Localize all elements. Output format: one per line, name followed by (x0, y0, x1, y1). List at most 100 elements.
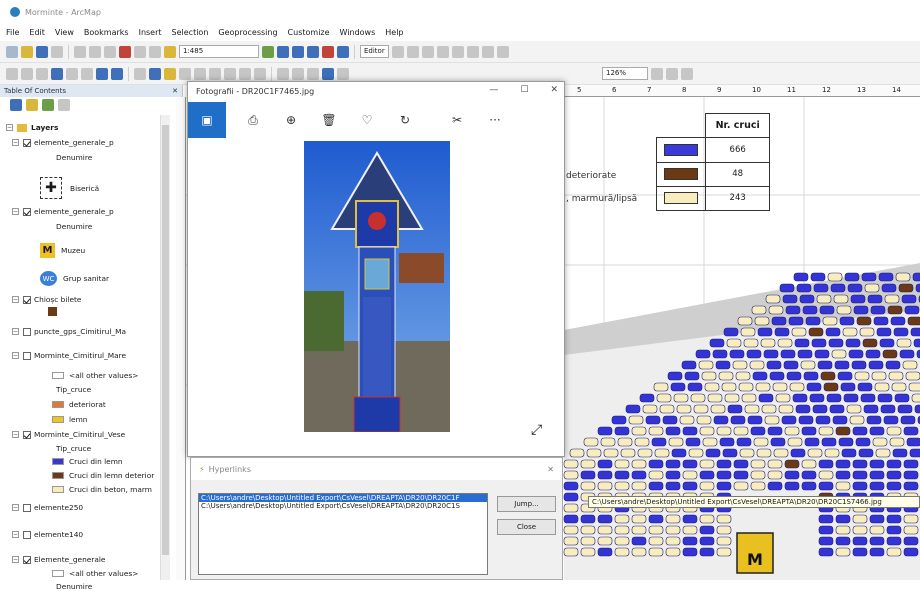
toc-row[interactable]: − Morminte_Cimitirul_Mare (12, 351, 126, 360)
layer-visibility-checkbox[interactable] (23, 207, 31, 216)
layer-visibility-checkbox[interactable] (23, 327, 31, 336)
map-scale-input[interactable]: 1:485 (179, 45, 259, 58)
paste-icon[interactable] (104, 45, 116, 58)
menu-bookmarks[interactable]: Bookmarks (84, 28, 129, 37)
table-icon[interactable] (277, 45, 289, 58)
full-extent-icon[interactable] (51, 67, 63, 80)
maximize-button[interactable]: ☐ (520, 85, 528, 95)
find-icon[interactable] (209, 67, 221, 80)
toc-row[interactable]: Denumire (56, 582, 92, 591)
collapse-icon[interactable]: − (12, 504, 19, 511)
close-button[interactable]: Close (497, 519, 556, 535)
more-icon[interactable]: ··· (476, 102, 514, 138)
layer-visibility-checkbox[interactable] (23, 138, 31, 147)
toc-row[interactable]: WC Grup sanitar (40, 271, 109, 286)
measure-icon[interactable] (194, 67, 206, 80)
toc-row[interactable]: − puncte_gps_Cimitirul_Ma (12, 327, 126, 336)
save-icon[interactable] (36, 45, 48, 58)
menu-geoprocessing[interactable]: Geoprocessing (218, 28, 277, 37)
attributes-icon[interactable] (481, 45, 494, 58)
menu-help[interactable]: Help (385, 28, 403, 37)
list-by-visibility-icon[interactable] (42, 99, 54, 111)
collapse-icon[interactable]: − (6, 124, 13, 131)
toc-row[interactable]: ✚ Biserică (40, 177, 99, 199)
toc-row[interactable]: − elemente_generale_p (12, 207, 114, 216)
edit-tool-icon[interactable] (391, 45, 404, 58)
trace-icon[interactable] (436, 45, 449, 58)
identify-icon[interactable] (149, 67, 161, 80)
toc-row[interactable]: <all other values> (52, 569, 138, 578)
collapse-icon[interactable]: − (12, 431, 19, 438)
layer-visibility-checkbox[interactable] (23, 530, 31, 539)
hyperlink-item[interactable]: C:\Users\andre\Desktop\Untitled Export\C… (199, 502, 487, 510)
delete-icon[interactable]: 🗑 (310, 102, 348, 138)
collapse-icon[interactable]: − (12, 531, 19, 538)
fixed-zoom-out-icon[interactable] (81, 67, 93, 80)
time-slider-icon[interactable] (239, 67, 251, 80)
list-by-source-icon[interactable] (26, 99, 38, 111)
search-window-icon[interactable] (307, 45, 319, 58)
toc-row[interactable]: deteriorat (52, 400, 106, 409)
layer-visibility-checkbox[interactable] (23, 555, 31, 564)
catalog-icon[interactable] (292, 45, 304, 58)
back-extent-icon[interactable] (96, 67, 108, 80)
print-icon[interactable] (51, 45, 63, 58)
toc-row[interactable]: Denumire (56, 222, 92, 231)
sketch-tool-icon[interactable] (406, 45, 419, 58)
toc-row[interactable]: − Morminte_Cimitirul_Vese (12, 430, 125, 439)
menu-view[interactable]: View (55, 28, 74, 37)
collapse-icon[interactable]: − (12, 208, 19, 215)
layers-node[interactable]: − Layers (6, 123, 58, 132)
toc-row[interactable]: Tip_cruce (56, 444, 91, 453)
toc-row[interactable]: − elemente140 (12, 530, 83, 539)
toc-row[interactable]: <all other values> (52, 371, 138, 380)
dialog-close-icon[interactable]: ✕ (547, 465, 554, 474)
toc-row[interactable]: − elemente_generale_p (12, 138, 114, 147)
delete-icon[interactable] (119, 45, 131, 58)
redo-icon[interactable] (149, 45, 161, 58)
viewer-window-icon[interactable] (254, 67, 266, 80)
minimize-button[interactable]: — (489, 85, 498, 95)
edit-icon[interactable]: ✂ (438, 102, 476, 138)
layer-visibility-checkbox[interactable] (23, 430, 31, 439)
collapse-icon[interactable]: − (12, 296, 19, 303)
change-layout-icon[interactable] (681, 67, 693, 80)
toggle-draft-mode-icon[interactable] (651, 67, 663, 80)
menu-file[interactable]: File (6, 28, 19, 37)
editor-toolbar-icon[interactable] (262, 45, 274, 58)
forward-extent-icon[interactable] (111, 67, 123, 80)
layout-pan-icon[interactable] (307, 67, 319, 80)
close-button[interactable]: ✕ (550, 85, 558, 95)
image-gallery-icon[interactable]: ▣ (188, 102, 226, 138)
toc-row[interactable]: − elemente250 (12, 503, 83, 512)
scrollbar-thumb[interactable] (162, 125, 169, 555)
collapse-icon[interactable]: − (12, 328, 19, 335)
toc-row[interactable]: lemn (52, 415, 87, 424)
focus-data-frame-icon[interactable] (666, 67, 678, 80)
fixed-zoom-in-icon[interactable] (66, 67, 78, 80)
rotate-icon[interactable] (466, 45, 479, 58)
cut-icon[interactable] (74, 45, 86, 58)
zoom-icon[interactable]: ⊕ (272, 102, 310, 138)
pan-icon[interactable] (36, 67, 48, 80)
toc-row[interactable]: − Chioșc bilete (12, 295, 81, 304)
layout-zoom-icon[interactable] (292, 67, 304, 80)
hyperlink-item-selected[interactable]: C:\Users\andre\Desktop\Untitled Export\C… (199, 494, 487, 502)
menu-windows[interactable]: Windows (340, 28, 376, 37)
toc-row[interactable]: Denumire (56, 153, 92, 162)
menu-customize[interactable]: Customize (288, 28, 330, 37)
html-popup-icon[interactable] (179, 67, 191, 80)
rotate-icon[interactable]: ↻ (386, 102, 424, 138)
list-by-selection-icon[interactable] (58, 99, 70, 111)
favorite-heart-icon[interactable]: ♡ (348, 102, 386, 138)
sketch-properties-icon[interactable] (496, 45, 509, 58)
layer-visibility-checkbox[interactable] (23, 351, 31, 360)
menu-selection[interactable]: Selection (172, 28, 209, 37)
open-icon[interactable] (21, 45, 33, 58)
list-by-drawing-order-icon[interactable] (10, 99, 22, 111)
layer-visibility-checkbox[interactable] (23, 503, 31, 512)
toc-scrollbar[interactable] (160, 115, 170, 580)
collapse-icon[interactable]: − (12, 139, 19, 146)
toc-close-icon[interactable]: ✕ (172, 87, 178, 95)
expand-icon[interactable]: ⤢ (531, 422, 542, 438)
